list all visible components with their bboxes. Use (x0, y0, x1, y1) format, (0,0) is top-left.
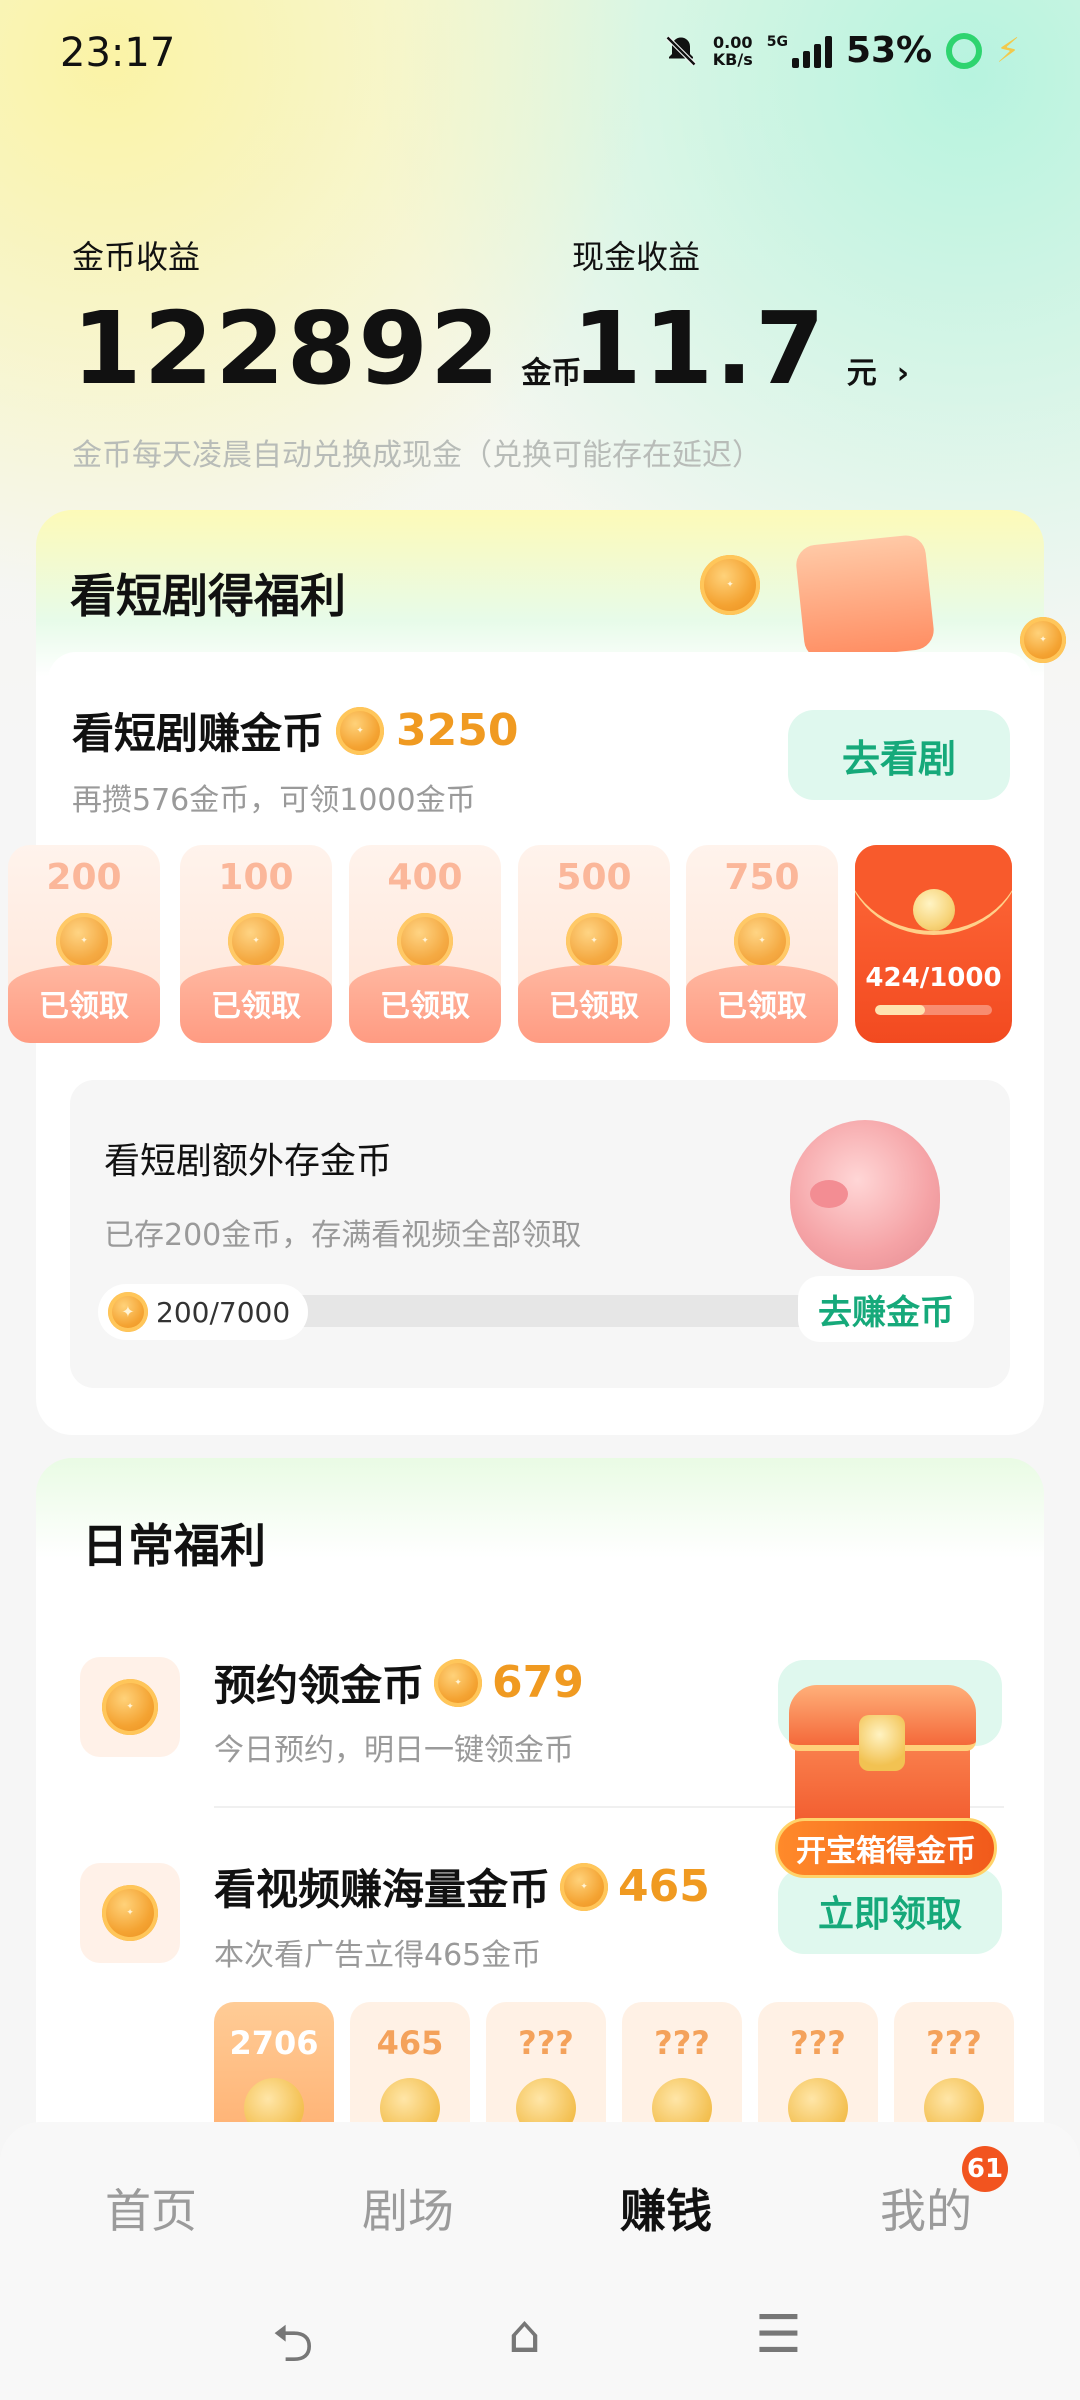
video-reward-tile[interactable]: 465 (350, 2002, 470, 2142)
tile-amount: 400 (387, 857, 463, 898)
back-icon[interactable]: ⮌ (272, 2305, 314, 2394)
video-row-header: 看视频赚海量金币 465 (214, 1856, 710, 1917)
nav-earn[interactable]: 赚钱 (620, 2175, 712, 2241)
coin-decoration-icon (700, 555, 760, 615)
red-packet-tile[interactable]: 424/1000 (855, 845, 1012, 1043)
save-progress-pill: 200/7000 (98, 1284, 309, 1340)
nav-theater[interactable]: 剧场 (362, 2175, 454, 2241)
drama-reward-tile[interactable]: 500 已领取 (518, 845, 670, 1043)
coin-icon (560, 1862, 609, 1911)
drama-task-sub: 再攒576金币，可领1000金币 (72, 783, 476, 818)
save-coins-panel: 看短剧额外存金币 已存200金币，存满看视频全部领取 200/7000 去赚金币 (70, 1080, 1010, 1388)
save-progress-text: 200/7000 (156, 1295, 291, 1329)
video-reward-tile[interactable]: ??? (758, 2002, 878, 2142)
tile-amount: 100 (218, 857, 294, 898)
video-reward-tile[interactable]: ??? (894, 2002, 1014, 2142)
coin-icon (56, 913, 112, 969)
coin-icon (102, 1679, 158, 1735)
chevron-right-icon: › (896, 356, 910, 391)
profile-badge: 61 (962, 2146, 1008, 2192)
tile-status: 已领取 (8, 965, 160, 1043)
coin-earnings[interactable]: 122892 金币 › (72, 290, 614, 407)
drama-task-reward: 3250 (396, 705, 519, 756)
coin-icon (434, 1658, 483, 1707)
reward-tile-label: 465 (376, 2024, 444, 2062)
cash-earnings-unit: 元 (846, 356, 877, 391)
tile-status: 已领取 (180, 965, 332, 1043)
video-task-reward: 465 (618, 1861, 710, 1912)
reservation-reward: 679 (492, 1657, 584, 1708)
nav-home[interactable]: 首页 (105, 2175, 197, 2241)
save-title: 看短剧额外存金币 (104, 1141, 393, 1182)
earn-coins-button[interactable]: 去赚金币 (798, 1276, 974, 1342)
drama-card-title: 看短剧得福利 (70, 569, 346, 623)
tv-illustration-icon (794, 533, 936, 662)
coin-earnings-value: 122892 (72, 290, 502, 407)
coin-icon (228, 913, 284, 969)
open-chest-label[interactable]: 开宝箱得金币 (775, 1818, 997, 1878)
reservation-title: 预约领金币 (214, 1661, 425, 1710)
bell-mute-icon (665, 35, 696, 66)
reservation-row-header: 预约领金币 679 (214, 1652, 584, 1713)
piggy-bank-icon (790, 1120, 940, 1270)
coin-earnings-label: 金币收益 (72, 238, 201, 276)
reward-tile-label: ??? (518, 2024, 574, 2062)
cash-earnings-label: 现金收益 (572, 238, 701, 276)
battery-percent: 53% (845, 30, 933, 71)
tile-status: 已领取 (518, 965, 670, 1043)
signal-icon: 5G (767, 34, 832, 68)
coin-icon (108, 1292, 148, 1332)
cash-earnings[interactable]: 11.7 元 › (572, 290, 909, 407)
video-task-icon (80, 1863, 180, 1963)
video-task-sub: 本次看广告立得465金币 (214, 1938, 542, 1973)
net-speed: 0.00 KB/s (712, 32, 753, 69)
coin-icon (566, 913, 622, 969)
status-time: 23:17 (60, 30, 176, 76)
nav-profile[interactable]: 我的 (880, 2175, 972, 2241)
reservation-sub: 今日预约，明日一键领金币 (214, 1733, 574, 1768)
coin-icon (397, 913, 453, 969)
drama-task-header: 看短剧赚金币 3250 (72, 700, 518, 761)
menu-icon[interactable]: ☰ (755, 2305, 802, 2365)
video-task-title: 看视频赚海量金币 (214, 1865, 551, 1914)
claim-now-button[interactable]: 立即领取 (778, 1868, 1002, 1954)
save-sub: 已存200金币，存满看视频全部领取 (104, 1218, 582, 1253)
reward-tile-label: ??? (926, 2024, 982, 2062)
coin-icon (102, 1885, 158, 1941)
drama-task-title: 看短剧赚金币 (72, 709, 325, 758)
tile-amount: 500 (556, 857, 632, 898)
reservation-task-icon (80, 1657, 180, 1757)
drama-reward-tile[interactable]: 750 已领取 (686, 845, 838, 1043)
daily-card-title: 日常福利 (82, 1519, 266, 1573)
cash-earnings-value: 11.7 (572, 290, 827, 407)
coin-icon (734, 913, 790, 969)
video-reward-tile[interactable]: ??? (622, 2002, 742, 2142)
reward-tile-label: 2706 (229, 2024, 319, 2062)
status-icons: 0.00 KB/s 5G 53% ⚡ (663, 30, 1020, 71)
coin-icon (336, 706, 385, 755)
tile-status: 已领取 (349, 965, 501, 1043)
exchange-hint: 金币每天凌晨自动兑换成现金（兑换可能存在延迟） (72, 438, 762, 473)
tile-amount: 750 (724, 857, 800, 898)
drama-reward-tile[interactable]: 200 已领取 (8, 845, 160, 1043)
video-reward-tile[interactable]: ??? (486, 2002, 606, 2142)
red-packet-progress-text: 424/1000 (865, 963, 1002, 993)
reward-tile-label: ??? (654, 2024, 710, 2062)
drama-reward-tile[interactable]: 100 已领取 (180, 845, 332, 1043)
video-reward-tile[interactable]: 2706 (214, 2002, 334, 2142)
battery-ring-icon (946, 32, 983, 69)
drama-reward-tile[interactable]: 400 已领取 (349, 845, 501, 1043)
tile-status: 已领取 (686, 965, 838, 1043)
reward-tile-label: ??? (790, 2024, 846, 2062)
red-packet-progress-bar (875, 1005, 992, 1015)
charging-icon: ⚡ (996, 30, 1020, 71)
watch-drama-button[interactable]: 去看剧 (788, 710, 1010, 800)
tile-amount: 200 (46, 857, 122, 898)
home-icon[interactable]: ⌂ (508, 2305, 541, 2365)
red-packet-seal-icon (913, 889, 955, 931)
coin-decoration-icon (1020, 617, 1067, 663)
